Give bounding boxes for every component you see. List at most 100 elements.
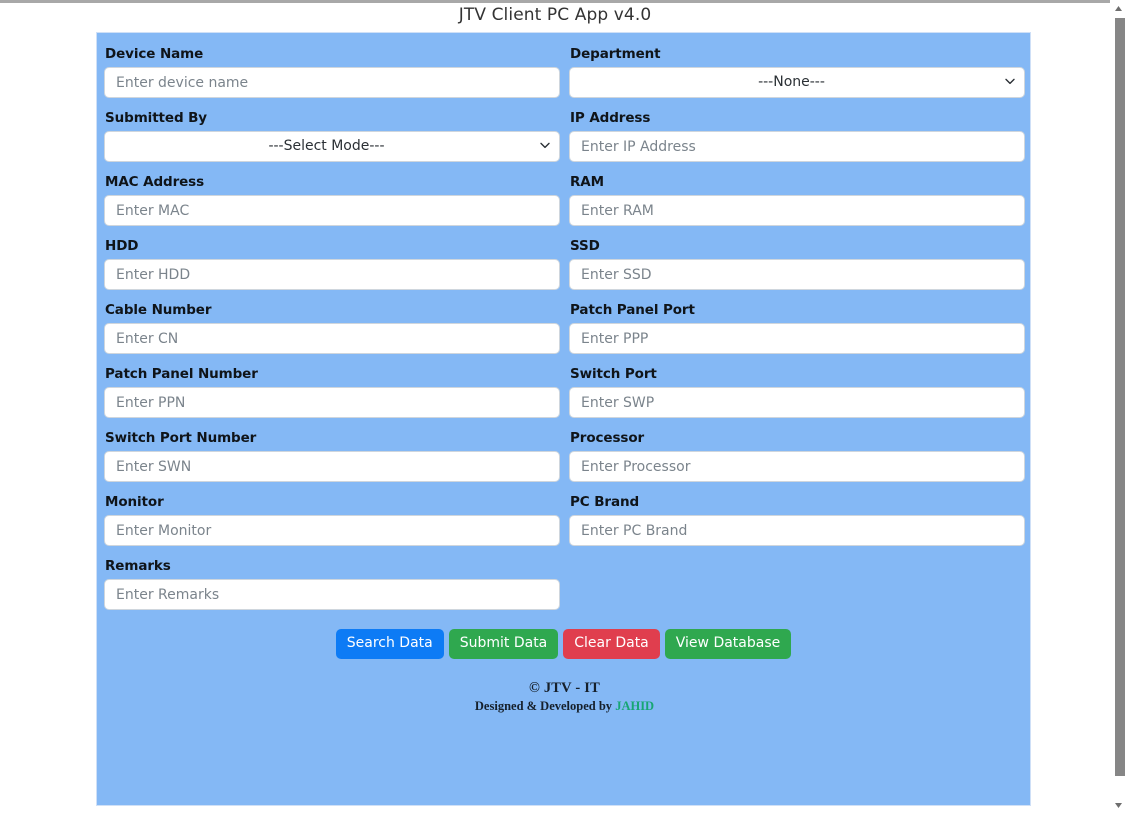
form-row: MAC Address RAM: [104, 173, 1025, 235]
form-field-pc-brand: PC Brand: [569, 493, 1025, 555]
view-database-button[interactable]: View Database: [664, 629, 792, 659]
footer-copyright: © JTV - IT: [529, 680, 600, 696]
form-row: Patch Panel Number Switch Port: [104, 365, 1025, 427]
form-field-cable-number: Cable Number: [104, 301, 560, 363]
vertical-scrollbar[interactable]: [1110, 0, 1126, 813]
form-field-remarks: Remarks: [104, 557, 560, 619]
form-field-device-name: Device Name: [104, 45, 560, 107]
form-field-department: Department ---None---: [569, 45, 1025, 107]
form-field-switch-port-number: Switch Port Number: [104, 429, 560, 491]
label-ram: RAM: [570, 174, 604, 190]
form-row: HDD SSD: [104, 237, 1025, 299]
chevron-down-icon: [540, 142, 550, 152]
scroll-down-arrow[interactable]: [1110, 797, 1126, 813]
scrollbar-thumb[interactable]: [1115, 18, 1125, 776]
label-switch-port-number: Switch Port Number: [105, 430, 257, 446]
field-block-monitor: Monitor: [104, 493, 560, 546]
form-row: Device Name Department ---None---: [104, 45, 1025, 107]
form-field-processor: Processor: [569, 429, 1025, 491]
footer-author: JAHID: [615, 699, 655, 713]
footer: © JTV - IT Designed & Developed by JAHID: [104, 679, 1025, 715]
field-block-pc-brand: PC Brand: [569, 493, 1025, 546]
field-block-switch-port: Switch Port: [569, 365, 1025, 418]
label-ip-address: IP Address: [570, 110, 651, 126]
label-device-name: Device Name: [105, 46, 204, 62]
field-block-ip-address: IP Address: [569, 109, 1025, 162]
input-processor[interactable]: [569, 451, 1025, 482]
select-value-submitted-by: ---Select Mode---: [268, 138, 385, 154]
input-switch-port[interactable]: [569, 387, 1025, 418]
input-cable-number[interactable]: [104, 323, 560, 354]
device-form-panel: Device Name Department ---None--- Submitted…: [96, 32, 1031, 806]
form-field-switch-port: Switch Port: [569, 365, 1025, 427]
input-mac-address[interactable]: [104, 195, 560, 226]
submit-data-button[interactable]: Submit Data: [448, 629, 559, 659]
label-remarks: Remarks: [105, 558, 171, 574]
search-data-button[interactable]: Search Data: [335, 629, 444, 659]
field-block-patch-panel-number: Patch Panel Number: [104, 365, 560, 418]
input-remarks[interactable]: [104, 579, 560, 610]
input-switch-port-number[interactable]: [104, 451, 560, 482]
form-field-hdd: HDD: [104, 237, 560, 299]
footer-credit: Designed & Developed by JAHID: [104, 698, 1025, 715]
form-field-mac-address: MAC Address: [104, 173, 560, 235]
label-pc-brand: PC Brand: [570, 494, 640, 510]
form-column-empty: [569, 557, 1025, 619]
input-ram[interactable]: [569, 195, 1025, 226]
select-submitted-by[interactable]: ---Select Mode---: [104, 131, 560, 162]
label-patch-panel-port: Patch Panel Port: [570, 302, 695, 318]
field-block-hdd: HDD: [104, 237, 560, 290]
field-block-cable-number: Cable Number: [104, 301, 560, 354]
field-block-ssd: SSD: [569, 237, 1025, 290]
page-title: JTV Client PC App v4.0: [458, 5, 652, 25]
label-processor: Processor: [570, 430, 645, 446]
label-monitor: Monitor: [105, 494, 164, 510]
form-field-monitor: Monitor: [104, 493, 560, 555]
scroll-up-arrow[interactable]: [1110, 0, 1126, 16]
label-patch-panel-number: Patch Panel Number: [105, 366, 258, 382]
label-submitted-by: Submitted By: [105, 110, 208, 126]
input-hdd[interactable]: [104, 259, 560, 290]
select-value-department: ---None---: [758, 74, 825, 90]
form-row: Switch Port Number Processor: [104, 429, 1025, 491]
input-patch-panel-port[interactable]: [569, 323, 1025, 354]
label-cable-number: Cable Number: [105, 302, 212, 318]
field-block-patch-panel-port: Patch Panel Port: [569, 301, 1025, 354]
input-ssd[interactable]: [569, 259, 1025, 290]
input-monitor[interactable]: [104, 515, 560, 546]
form-field-ram: RAM: [569, 173, 1025, 235]
input-pc-brand[interactable]: [569, 515, 1025, 546]
form-grid: Device Name Department ---None--- Submitted…: [104, 45, 1025, 715]
form-field-ssd: SSD: [569, 237, 1025, 299]
footer-credit-prefix: Designed & Developed by: [474, 699, 616, 713]
field-block-switch-port-number: Switch Port Number: [104, 429, 560, 482]
app-window: JTV Client PC App v4.0 Device Name Depart…: [0, 0, 1126, 813]
clear-data-button[interactable]: Clear Data: [563, 629, 660, 659]
label-switch-port: Switch Port: [570, 366, 657, 382]
field-block-department: Department ---None---: [569, 45, 1025, 98]
label-department: Department: [570, 46, 661, 62]
field-block-submitted-by: Submitted By ---Select Mode---: [104, 109, 560, 162]
label-hdd: HDD: [105, 238, 139, 254]
field-block-mac-address: MAC Address: [104, 173, 560, 226]
label-mac-address: MAC Address: [105, 174, 205, 190]
form-field-ip-address: IP Address: [569, 109, 1025, 171]
input-ip-address[interactable]: [569, 131, 1025, 162]
input-patch-panel-number[interactable]: [104, 387, 560, 418]
form-action-buttons: Search Data Submit Data Clear Data View Dat…: [104, 629, 1025, 659]
form-row: Submitted By ---Select Mode--- IP Address: [104, 109, 1025, 171]
form-field-patch-panel-number: Patch Panel Number: [104, 365, 560, 427]
field-block-processor: Processor: [569, 429, 1025, 482]
top-divider: [0, 0, 1110, 3]
select-department[interactable]: ---None---: [569, 67, 1025, 98]
form-field-patch-panel-port: Patch Panel Port: [569, 301, 1025, 363]
label-ssd: SSD: [570, 238, 600, 254]
form-row: Remarks: [104, 557, 1025, 619]
field-block-ram: RAM: [569, 173, 1025, 226]
chevron-down-icon: [1005, 78, 1015, 88]
input-device-name[interactable]: [104, 67, 560, 98]
field-block-remarks: Remarks: [104, 557, 560, 610]
form-row: Monitor PC Brand: [104, 493, 1025, 555]
field-block-device-name: Device Name: [104, 45, 560, 98]
form-field-submitted-by: Submitted By ---Select Mode---: [104, 109, 560, 171]
